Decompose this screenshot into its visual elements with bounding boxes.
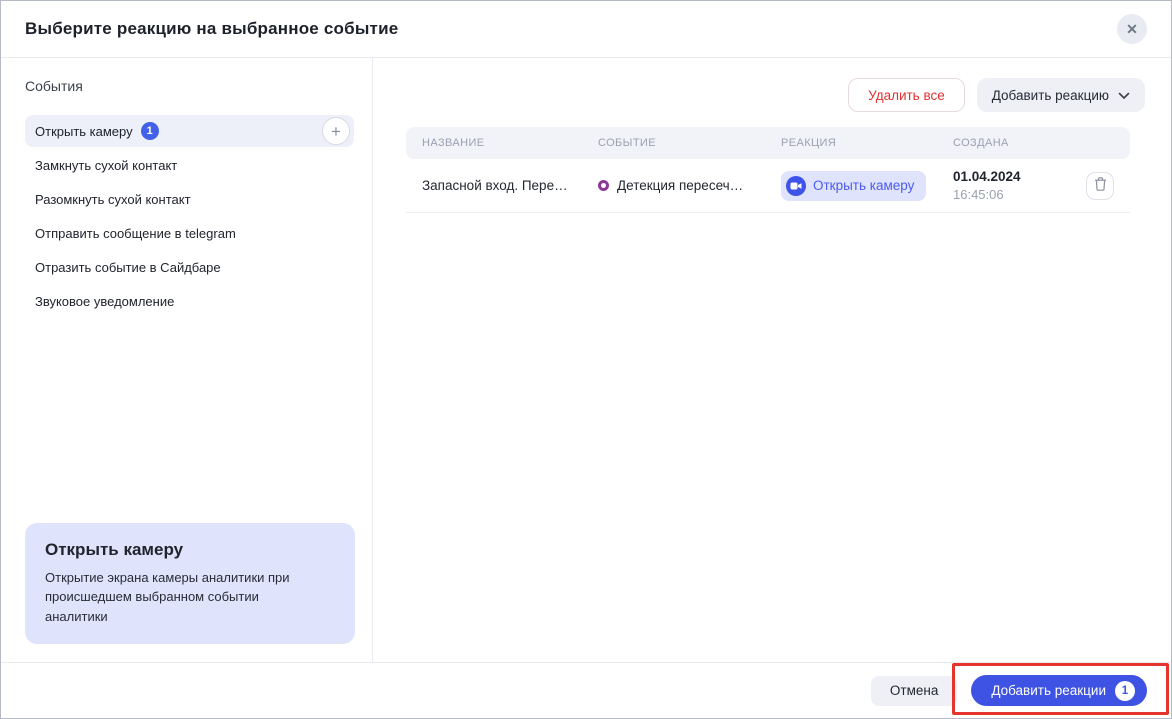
column-header-name: НАЗВАНИЕ bbox=[422, 137, 485, 149]
close-button[interactable]: ✕ bbox=[1117, 14, 1147, 44]
reactions-table: НАЗВАНИЕ СОБЫТИЕ РЕАКЦИЯ СОЗДАНА Запасно… bbox=[406, 127, 1130, 213]
sidebar-item-open-camera[interactable]: Открыть камеру 1 + bbox=[25, 115, 354, 147]
submit-count-badge: 1 bbox=[1115, 680, 1135, 701]
chevron-down-icon bbox=[1118, 88, 1130, 103]
sidebar-item-label: Открыть камеру bbox=[35, 123, 133, 139]
dialog-footer: Отмена Добавить реакции 1 bbox=[1, 662, 1171, 718]
sidebar-item-close-dry-contact[interactable]: Замкнуть сухой контакт bbox=[25, 148, 354, 182]
sidebar-item-sidebar-event[interactable]: Отразить событие в Сайдбаре bbox=[25, 250, 354, 284]
info-card-title: Открыть камеру bbox=[45, 539, 184, 559]
submit-add-reactions-button[interactable]: Добавить реакции 1 bbox=[971, 675, 1147, 706]
sidebar-item-open-dry-contact[interactable]: Разомкнуть сухой контакт bbox=[25, 182, 354, 216]
count-badge: 1 bbox=[140, 122, 159, 140]
created-cell: 01.04.2024 16:45:06 bbox=[953, 168, 1070, 204]
reaction-chip: Открыть камеру bbox=[781, 170, 927, 201]
delete-all-button[interactable]: Удалить все bbox=[848, 78, 965, 112]
created-time: 16:45:06 bbox=[953, 186, 1004, 202]
reaction-chip-label: Открыть камеру bbox=[813, 178, 915, 193]
created-date: 01.04.2024 bbox=[953, 168, 1021, 184]
close-icon: ✕ bbox=[1126, 20, 1138, 37]
submit-button-label: Добавить реакции bbox=[991, 683, 1106, 698]
reaction-type-cell: Открыть камеру bbox=[781, 170, 953, 201]
dialog-body: События Открыть камеру 1 + Замкнуть сухо… bbox=[1, 58, 1171, 662]
table-row: Запасной вход. Пере… Детекция пересеч… О… bbox=[406, 159, 1130, 213]
sidebar-item-telegram-message[interactable]: Отправить сообщение в telegram bbox=[25, 216, 354, 250]
sidebar-item-label: Отразить событие в Сайдбаре bbox=[35, 259, 221, 275]
reaction-name-cell: Запасной вход. Пере… bbox=[422, 178, 568, 193]
event-info-card: Открыть камеру Открытие экрана камеры ан… bbox=[25, 522, 355, 644]
camera-icon bbox=[786, 175, 806, 196]
column-header-created: СОЗДАНА bbox=[953, 137, 1009, 149]
column-header-reaction: РЕАКЦИЯ bbox=[781, 137, 837, 149]
reaction-dialog: Выберите реакцию на выбранное событие ✕ … bbox=[0, 0, 1172, 719]
add-reaction-dropdown-button[interactable]: Добавить реакцию bbox=[976, 78, 1145, 112]
dialog-header: Выберите реакцию на выбранное событие ✕ bbox=[1, 1, 1171, 58]
events-sidebar: События Открыть камеру 1 + Замкнуть сухо… bbox=[1, 58, 373, 662]
column-header-event: СОБЫТИЕ bbox=[598, 137, 656, 149]
sidebar-item-label: Отправить сообщение в telegram bbox=[35, 225, 236, 241]
sidebar-item-sound-notification[interactable]: Звуковое уведомление bbox=[25, 284, 354, 318]
info-card-description: Открытие экрана камеры аналитики при про… bbox=[45, 569, 290, 624]
sidebar-heading: События bbox=[25, 78, 83, 94]
event-type-ring-icon bbox=[598, 180, 609, 191]
cancel-button[interactable]: Отмена bbox=[870, 675, 958, 706]
reactions-panel: Удалить все Добавить реакцию НАЗВАНИЕ СО… bbox=[373, 58, 1171, 662]
event-label: Детекция пересеч… bbox=[617, 178, 744, 193]
delete-row-button[interactable] bbox=[1086, 171, 1114, 200]
reaction-event-cell: Детекция пересеч… bbox=[598, 178, 781, 193]
sidebar-item-label: Замкнуть сухой контакт bbox=[35, 157, 178, 173]
plus-icon: + bbox=[331, 121, 341, 141]
row-actions bbox=[1070, 171, 1114, 200]
reactions-toolbar: Удалить все Добавить реакцию bbox=[406, 78, 1145, 112]
dialog-title: Выберите реакцию на выбранное событие bbox=[25, 19, 399, 38]
table-header-row: НАЗВАНИЕ СОБЫТИЕ РЕАКЦИЯ СОЗДАНА bbox=[406, 127, 1130, 159]
add-reaction-plus-button[interactable]: + bbox=[322, 117, 350, 145]
trash-icon bbox=[1094, 177, 1107, 194]
sidebar-item-label: Звуковое уведомление bbox=[35, 293, 175, 309]
sidebar-item-label: Разомкнуть сухой контакт bbox=[35, 191, 191, 207]
add-reaction-dropdown-label: Добавить реакцию bbox=[991, 87, 1109, 103]
